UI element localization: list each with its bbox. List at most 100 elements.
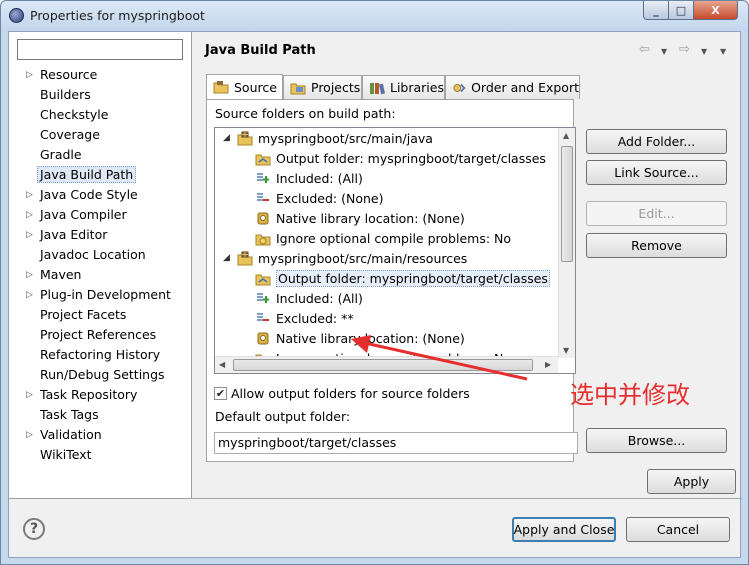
forward-dropdown-icon[interactable]: ▼ — [701, 47, 707, 56]
nav-item-java-compiler[interactable]: ▷ Java Compiler — [9, 205, 191, 224]
tree-attribute-row[interactable]: Included: (All) — [215, 168, 558, 188]
nav-item-label: Builders — [40, 87, 91, 102]
tab-projects[interactable]: Projects — [283, 75, 362, 99]
tree-attribute-row[interactable]: Ignore optional compile problems: No — [215, 228, 558, 248]
footer-divider — [9, 498, 742, 499]
collapse-arrow-icon[interactable]: ◢ — [223, 133, 230, 143]
nav-item-gradle[interactable]: Gradle — [9, 145, 191, 164]
nav-item-wikitext[interactable]: WikiText — [9, 445, 191, 464]
tree-row-label: Excluded: (None) — [276, 190, 384, 206]
expand-arrow-icon[interactable]: ▷ — [26, 430, 33, 440]
nav-item-label: Resource — [40, 67, 98, 82]
tree-row-label: Included: (All) — [276, 290, 363, 306]
source-tab-panel: Source folders on build path: ◢ myspringb… — [206, 99, 578, 462]
tree-row-label: Ignore optional compile problems: No — [276, 230, 512, 246]
included-icon — [255, 291, 271, 306]
tree-attribute-row[interactable]: Output folder: myspringboot/target/class… — [215, 148, 558, 168]
add-folder-button[interactable]: Add Folder... — [586, 129, 727, 154]
annotation-text: 选中并修改 — [570, 381, 690, 409]
link-source-button[interactable]: Link Source... — [586, 160, 727, 185]
tab-libraries[interactable]: Libraries — [362, 75, 445, 99]
tab-order-and-export[interactable]: Order and Export — [445, 75, 580, 99]
nav-item-label: Gradle — [40, 147, 82, 162]
nav-item-java-build-path[interactable]: Java Build Path — [9, 165, 191, 184]
nav-item-coverage[interactable]: Coverage — [9, 125, 191, 144]
apply-button[interactable]: Apply — [647, 469, 736, 494]
nav-item-label: Project References — [40, 327, 157, 342]
nav-item-java-editor[interactable]: ▷ Java Editor — [9, 225, 191, 244]
view-menu-icon[interactable]: ▼ — [720, 47, 726, 56]
source-folder-icon — [213, 81, 229, 94]
maximize-button[interactable]: □ — [668, 1, 694, 20]
nav-item-refactoring-history[interactable]: Refactoring History — [9, 345, 191, 364]
nav-item-label: Java Code Style — [40, 187, 138, 202]
scroll-up-icon[interactable]: ▲ — [563, 131, 569, 140]
annotation-arrow — [351, 335, 528, 381]
cancel-button[interactable]: Cancel — [626, 517, 730, 542]
tree-row-label: Native library location: (None) — [276, 210, 465, 226]
scroll-right-icon[interactable]: ▶ — [545, 360, 551, 369]
nav-item-label: Javadoc Location — [40, 247, 146, 262]
tree-folder-row[interactable]: ◢ myspringboot/src/main/java — [215, 128, 558, 148]
minimize-button[interactable]: _ — [643, 1, 669, 20]
nav-item-plug-in-development[interactable]: ▷ Plug-in Development — [9, 285, 191, 304]
browse-button[interactable]: Browse... — [586, 428, 727, 453]
package-folder-icon — [237, 131, 253, 146]
nav-item-task-repository[interactable]: ▷ Task Repository — [9, 385, 191, 404]
expand-arrow-icon[interactable]: ▷ — [26, 270, 33, 280]
nav-item-label: Coverage — [40, 127, 100, 142]
source-folders-label: Source folders on build path: — [215, 106, 396, 121]
projects-folder-icon — [290, 83, 306, 94]
tree-folder-row[interactable]: ◢ myspringboot/src/main/resources — [215, 248, 558, 268]
nav-item-maven[interactable]: ▷ Maven — [9, 265, 191, 284]
expand-arrow-icon[interactable]: ▷ — [26, 390, 33, 400]
nav-item-resource[interactable]: ▷ Resource — [9, 65, 191, 84]
back-dropdown-icon[interactable]: ▼ — [661, 47, 667, 56]
scroll-down-icon[interactable]: ▼ — [563, 346, 569, 355]
expand-arrow-icon[interactable]: ▷ — [26, 190, 33, 200]
close-button[interactable]: X — [693, 1, 738, 20]
nav-item-checkstyle[interactable]: Checkstyle — [9, 105, 191, 124]
tree-row-label: myspringboot/src/main/java — [258, 130, 433, 146]
nav-item-validation[interactable]: ▷ Validation — [9, 425, 191, 444]
forward-arrow-icon[interactable]: ⇨ — [679, 42, 690, 57]
tab-source[interactable]: Source — [206, 74, 283, 99]
tree-attribute-row[interactable]: Excluded: (None) — [215, 188, 558, 208]
allow-output-folders-checkbox[interactable]: ✔ — [214, 387, 227, 400]
collapse-arrow-icon[interactable]: ◢ — [223, 253, 230, 263]
nav-item-label: Task Tags — [40, 407, 99, 422]
vertical-scroll-thumb[interactable] — [561, 146, 573, 262]
expand-arrow-icon[interactable]: ▷ — [26, 230, 33, 240]
default-output-folder-field[interactable]: myspringboot/target/classes — [214, 432, 578, 454]
ignore-problems-icon — [255, 231, 271, 246]
nav-item-run-debug-settings[interactable]: Run/Debug Settings — [9, 365, 191, 384]
tree-vertical-scrollbar[interactable]: ▲ ▼ — [558, 128, 575, 358]
help-icon[interactable]: ? — [23, 518, 45, 540]
nav-item-project-references[interactable]: Project References — [9, 325, 191, 344]
nav-item-label: Task Repository — [40, 387, 138, 402]
tree-attribute-row[interactable]: Native library location: (None) — [215, 208, 558, 228]
scroll-left-icon[interactable]: ◀ — [219, 360, 225, 369]
tree-row-label: Included: (All) — [276, 170, 363, 186]
nav-item-task-tags[interactable]: Task Tags — [9, 405, 191, 424]
tree-row-label: myspringboot/src/main/resources — [258, 250, 468, 266]
nav-item-java-code-style[interactable]: ▷ Java Code Style — [9, 185, 191, 204]
expand-arrow-icon[interactable]: ▷ — [26, 210, 33, 220]
nav-item-javadoc-location[interactable]: Javadoc Location — [9, 245, 191, 264]
tree-row-label: Output folder: myspringboot/target/class… — [276, 150, 546, 166]
back-arrow-icon[interactable]: ⇦ — [639, 42, 650, 57]
tree-attribute-row[interactable]: Included: (All) — [215, 288, 558, 308]
remove-button[interactable]: Remove — [586, 233, 727, 258]
tree-attribute-row[interactable]: Output folder: myspringboot/target/class… — [215, 268, 558, 288]
order-export-icon — [453, 83, 466, 92]
apply-and-close-button[interactable]: Apply and Close — [512, 517, 616, 542]
edit-button[interactable]: Edit... — [586, 201, 727, 226]
expand-arrow-icon[interactable]: ▷ — [26, 290, 33, 300]
nav-item-project-facets[interactable]: Project Facets — [9, 305, 191, 324]
nav-item-builders[interactable]: Builders — [9, 85, 191, 104]
nav-item-label: Project Facets — [40, 307, 127, 322]
filter-input[interactable] — [17, 39, 183, 60]
title-bar[interactable]: Properties for myspringboot _ □ X — [1, 1, 748, 31]
expand-arrow-icon[interactable]: ▷ — [26, 70, 33, 80]
output-folder-icon — [255, 151, 271, 166]
